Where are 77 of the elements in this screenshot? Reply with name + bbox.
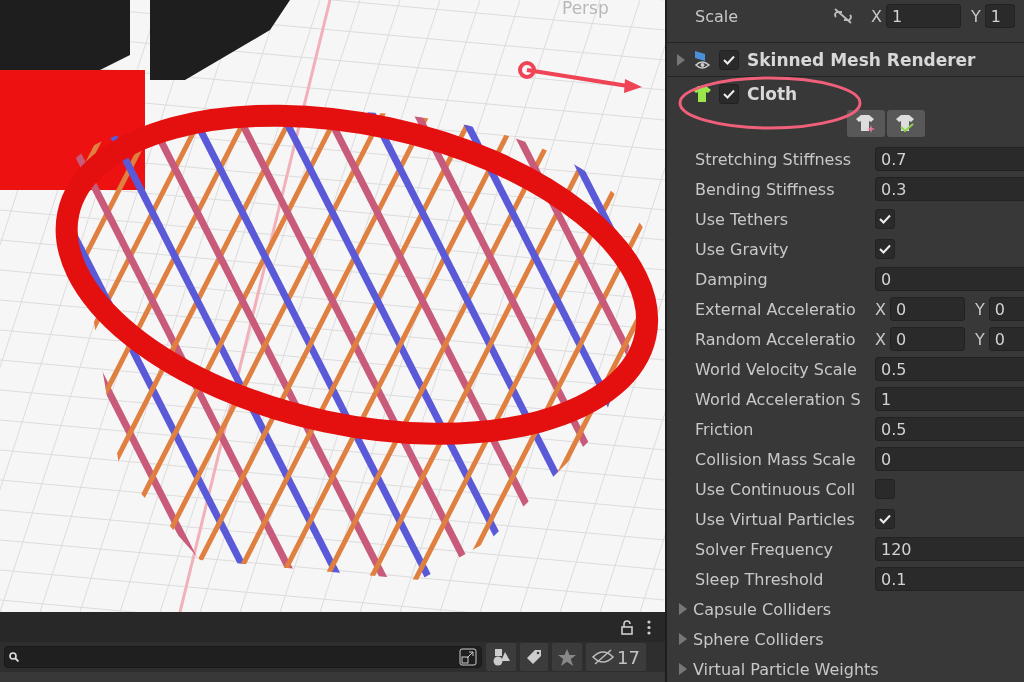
field-label: Scale: [694, 6, 740, 26]
number-field[interactable]: 0.7: [875, 147, 1024, 171]
field-label: Use Virtual Particles: [694, 509, 856, 529]
mesh-renderer-icon: [693, 49, 711, 70]
number-field[interactable]: 120: [875, 537, 1024, 561]
checkbox[interactable]: [875, 239, 895, 259]
checkbox[interactable]: [875, 509, 895, 529]
axis-label: Y: [973, 329, 986, 349]
number-field[interactable]: 1: [984, 4, 1015, 28]
field-label: Stretching Stiffness: [694, 149, 853, 169]
number-field[interactable]: 0: [875, 447, 1024, 471]
field-label: Collision Mass Scale: [694, 449, 857, 469]
axis-label: Y: [969, 6, 982, 26]
number-field[interactable]: 0.3: [875, 177, 1024, 201]
axis-label: X: [870, 6, 883, 26]
field-label: Friction: [694, 419, 755, 439]
foldout-header[interactable]: Sphere Colliders: [667, 624, 1024, 654]
checkmark-icon: [723, 88, 735, 99]
hidden-packages-button[interactable]: 17: [586, 643, 646, 671]
enable-checkbox[interactable]: [719, 83, 739, 104]
filter-by-label-button[interactable]: [520, 643, 548, 671]
foldout-arrow-icon[interactable]: [679, 633, 687, 645]
number-field[interactable]: 1: [885, 4, 961, 28]
more-options-icon[interactable]: [647, 619, 651, 635]
field-label: Sleep Threshold: [694, 569, 825, 589]
shapes-icon: [492, 648, 510, 666]
move-gizmo-icon[interactable]: [518, 61, 642, 93]
unlinked-chain-icon[interactable]: [833, 8, 853, 24]
foldout-header[interactable]: Virtual Particle Weights: [667, 654, 1024, 682]
component-header[interactable]: Skinned Mesh Renderer: [667, 42, 1024, 76]
foldout-arrow-icon[interactable]: [679, 663, 687, 675]
foldout-arrow-icon[interactable]: [679, 603, 687, 615]
field-label: World Velocity Scale: [694, 359, 858, 379]
axis-label: Y: [973, 299, 986, 319]
foldout-header[interactable]: Capsule Colliders: [667, 594, 1024, 624]
star-icon: [558, 648, 576, 666]
shirt-check-icon: [895, 114, 916, 133]
field-label: Use Tethers: [694, 209, 790, 229]
field-label: Use Continuous Coll: [694, 479, 857, 499]
number-field[interactable]: 0: [875, 267, 1024, 291]
field-label: Use Gravity: [694, 239, 790, 259]
checkmark-icon: [723, 54, 735, 65]
number-field[interactable]: 0: [988, 327, 1024, 351]
paint-selection-button[interactable]: [886, 110, 925, 137]
checkmark-icon: [879, 244, 891, 254]
field-label: Solver Frequency: [694, 539, 835, 559]
lock-icon[interactable]: [621, 619, 633, 635]
number-field[interactable]: 0: [988, 297, 1024, 321]
number-field[interactable]: 0.1: [875, 567, 1024, 591]
number-field[interactable]: 1: [875, 387, 1024, 411]
tag-icon: [526, 649, 542, 665]
field-label: World Acceleration S: [694, 389, 862, 409]
search-field[interactable]: [4, 646, 482, 668]
search-icon: [9, 652, 19, 662]
favorites-button[interactable]: [552, 643, 582, 671]
field-label: Bending Stiffness: [694, 179, 836, 199]
number-field[interactable]: 0: [889, 297, 965, 321]
number-field[interactable]: 0.5: [875, 357, 1024, 381]
field-label: External Acceleratio: [694, 299, 857, 319]
filter-by-type-button[interactable]: [486, 643, 516, 671]
field-label: Damping: [694, 269, 769, 289]
foldout-arrow-icon[interactable]: [677, 53, 685, 66]
number-field[interactable]: 0: [889, 327, 965, 351]
number-field[interactable]: 0.5: [875, 417, 1024, 441]
edit-constraints-button[interactable]: [846, 110, 885, 137]
component-header[interactable]: Cloth: [667, 76, 1024, 110]
axis-label: X: [875, 329, 887, 349]
shirt-icon: [693, 85, 711, 102]
popout-icon[interactable]: [459, 648, 477, 666]
checkbox[interactable]: [875, 209, 895, 229]
axis-label: X: [875, 299, 887, 319]
shirt-sparkle-icon: [855, 114, 876, 133]
enable-checkbox[interactable]: [719, 49, 739, 70]
checkmark-icon: [879, 214, 891, 224]
eye-slash-icon: [592, 649, 614, 665]
checkmark-icon: [879, 514, 891, 524]
field-label: Random Acceleratio: [694, 329, 857, 349]
